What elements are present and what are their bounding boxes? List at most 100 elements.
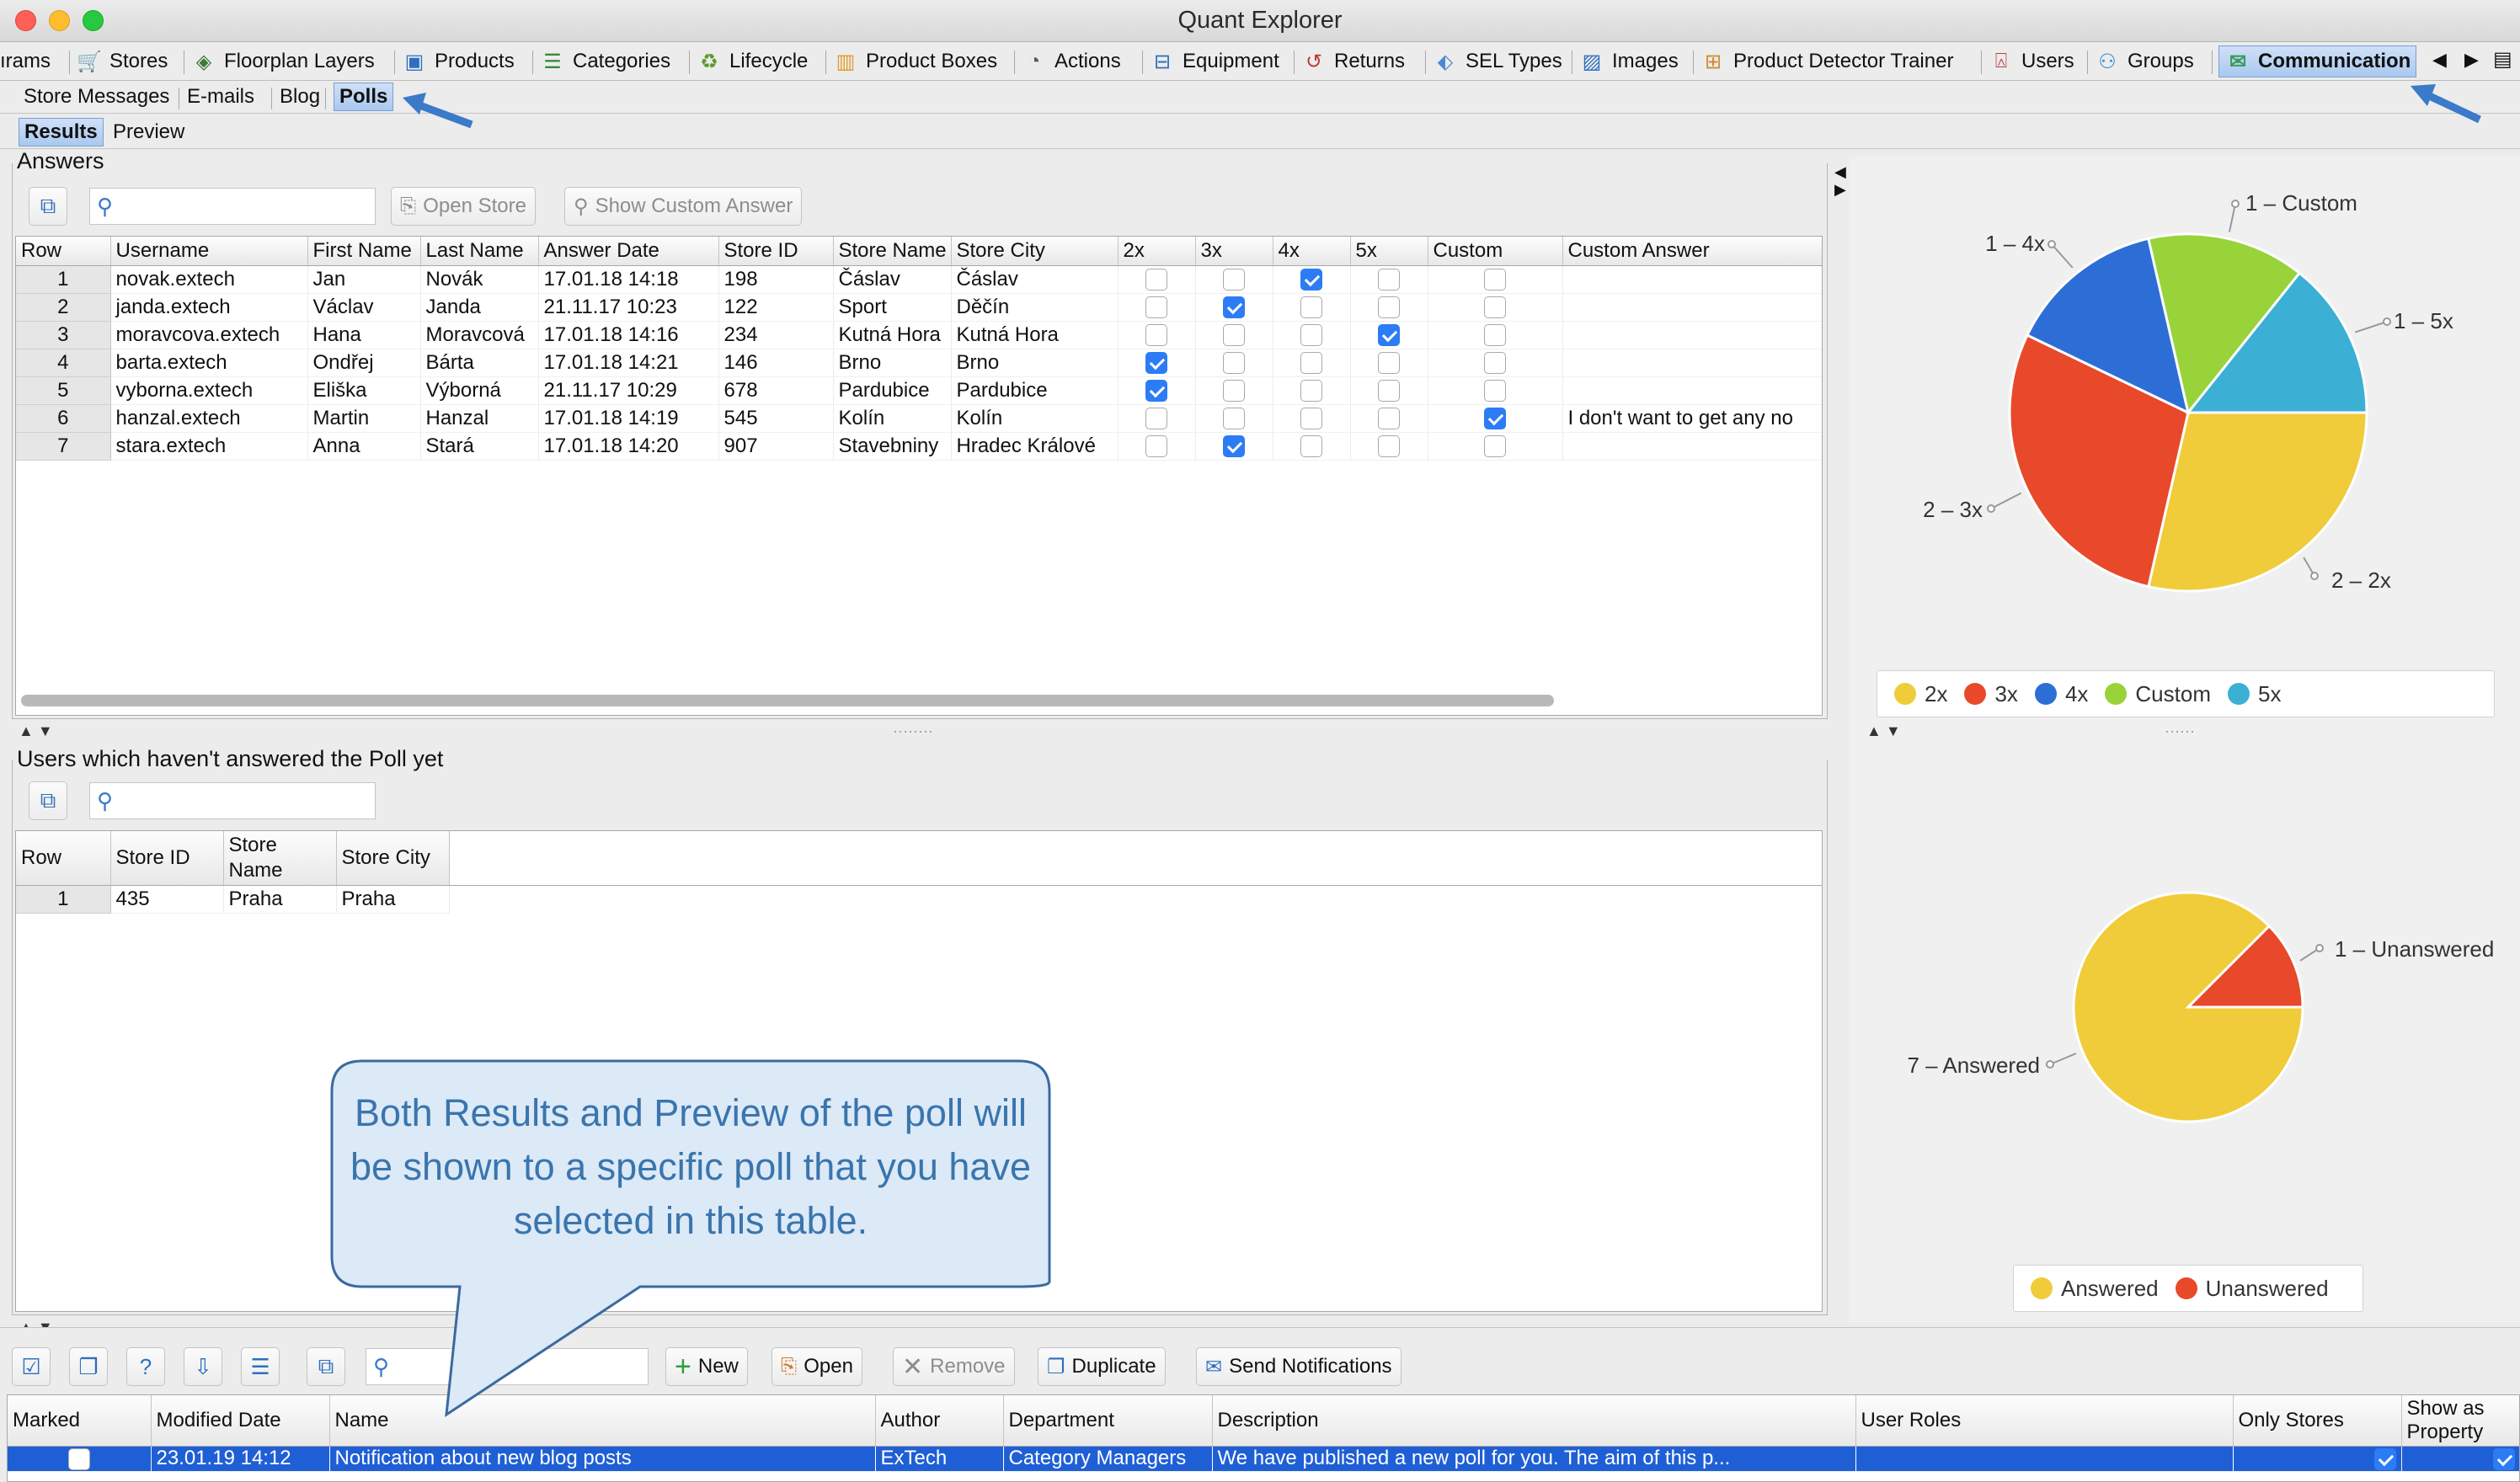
show-as-property-checkbox[interactable] xyxy=(2493,1447,2515,1470)
tab-sel-types[interactable]: ⬖ SEL Types xyxy=(1432,45,1562,77)
view-tab-results[interactable]: Results xyxy=(19,118,104,147)
column-header[interactable]: Last Name xyxy=(420,237,539,266)
table-row[interactable]: 3 moravcova.extech Hana Moravcová 17.01.18 1… xyxy=(16,321,1822,349)
column-header[interactable]: Store Name xyxy=(223,831,337,886)
answer-c5x-checkbox[interactable] xyxy=(1378,352,1400,375)
split-handle-icon[interactable]: ········ xyxy=(893,722,933,740)
table-row[interactable]: 1 435 Praha Praha xyxy=(16,885,450,914)
column-header[interactable]: Custom xyxy=(1428,237,1563,266)
answer-custom-checkbox[interactable] xyxy=(1484,408,1506,430)
answer-custom-checkbox[interactable] xyxy=(1484,352,1506,375)
column-header[interactable]: 2x xyxy=(1118,237,1196,266)
marked-checkbox[interactable] xyxy=(67,1447,90,1470)
tab-list-icon[interactable]: ▤ xyxy=(2493,47,2512,72)
column-header[interactable]: Store City xyxy=(336,831,450,886)
subtab-store-messages[interactable]: Store Messages xyxy=(24,83,169,111)
split-handle-icon[interactable]: ······ xyxy=(2165,722,2195,740)
column-header[interactable]: Custom Answer xyxy=(1562,237,1822,266)
table-row[interactable]: 6 hanzal.extech Martin Hanzal 17.01.18 14:19… xyxy=(16,404,1822,433)
tab-scroll-right-icon[interactable]: ▶ xyxy=(2464,49,2479,71)
unanswered-search-box[interactable]: ⚲ xyxy=(89,782,376,819)
answer-c2x-checkbox[interactable] xyxy=(1145,435,1167,458)
tab--rams[interactable]: ırams xyxy=(0,45,51,77)
answer-custom-checkbox[interactable] xyxy=(1484,296,1506,319)
table-row[interactable]: 7 stara.extech Anna Stará 17.01.18 14:20 907 S… xyxy=(16,432,1822,461)
tab-categories[interactable]: ☰ Categories xyxy=(539,45,670,77)
answers-search-input[interactable] xyxy=(118,195,375,217)
column-header[interactable]: Row xyxy=(16,831,111,886)
duplicate-poll-button[interactable]: ❐ Duplicate xyxy=(1038,1347,1166,1386)
column-header[interactable]: Store Name xyxy=(833,237,952,266)
tab-returns[interactable]: ↺ Returns xyxy=(1300,45,1405,77)
answer-c3x-checkbox[interactable] xyxy=(1223,435,1245,458)
answer-c5x-checkbox[interactable] xyxy=(1378,324,1400,347)
only-stores-checkbox[interactable] xyxy=(2373,1447,2396,1470)
column-header[interactable]: Store ID xyxy=(110,831,224,886)
tab-actions[interactable]: ◔ Actions xyxy=(1021,45,1121,77)
answer-c4x-checkbox[interactable] xyxy=(1300,380,1322,402)
answer-c4x-checkbox[interactable] xyxy=(1300,269,1322,291)
legend-item-custom[interactable]: Custom xyxy=(2105,681,2211,707)
table-row[interactable]: 1 novak.extech Jan Novák 17.01.18 14:18 198 Čá… xyxy=(16,265,1822,294)
tab-groups[interactable]: ⚇ Groups xyxy=(2094,45,2193,77)
horizontal-scrollbar[interactable] xyxy=(21,695,1554,706)
column-header[interactable]: Answer Date xyxy=(538,237,719,266)
column-header[interactable]: Store City xyxy=(951,237,1119,266)
answer-custom-checkbox[interactable] xyxy=(1484,269,1506,291)
answer-c2x-checkbox[interactable] xyxy=(1145,408,1167,430)
answer-c5x-checkbox[interactable] xyxy=(1378,408,1400,430)
subtab-blog[interactable]: Blog xyxy=(280,83,320,111)
column-header[interactable]: Only Stores xyxy=(2233,1395,2402,1447)
answers-search-box[interactable]: ⚲ xyxy=(89,188,376,225)
tab-lifecycle[interactable]: ♻ Lifecycle xyxy=(696,45,808,77)
answer-c4x-checkbox[interactable] xyxy=(1300,435,1322,458)
import-button[interactable]: ⇩ xyxy=(184,1347,222,1386)
legend-item-2x[interactable]: 2x xyxy=(1894,681,1947,707)
answer-c5x-checkbox[interactable] xyxy=(1378,296,1400,319)
help-button[interactable]: ? xyxy=(126,1347,165,1386)
legend-item-4x[interactable]: 4x xyxy=(2034,681,2088,707)
answer-c2x-checkbox[interactable] xyxy=(1145,269,1167,291)
tab-floorplan-layers[interactable]: ◈ Floorplan Layers xyxy=(190,45,375,77)
poll-row[interactable]: 23.01.19 14:12 Notification about new blo… xyxy=(8,1446,2519,1472)
answer-c3x-checkbox[interactable] xyxy=(1223,296,1245,319)
column-header[interactable]: Modified Date xyxy=(151,1395,330,1447)
tab-equipment[interactable]: ⊟ Equipment xyxy=(1149,45,1279,77)
column-header[interactable]: Row xyxy=(16,237,111,266)
answer-c2x-checkbox[interactable] xyxy=(1145,352,1167,375)
answer-c4x-checkbox[interactable] xyxy=(1300,296,1322,319)
legend-item-3x[interactable]: 3x xyxy=(1964,681,2018,707)
answer-c3x-checkbox[interactable] xyxy=(1223,380,1245,402)
column-header[interactable]: Store ID xyxy=(718,237,834,266)
legend-item-unanswered[interactable]: Unanswered xyxy=(2175,1276,2329,1302)
column-header[interactable]: 3x xyxy=(1195,237,1273,266)
table-row[interactable]: 4 barta.extech Ondřej Bárta 17.01.18 14:21 14… xyxy=(16,349,1822,377)
column-header[interactable]: Show as Property xyxy=(2401,1395,2519,1447)
answer-c3x-checkbox[interactable] xyxy=(1223,408,1245,430)
answer-c5x-checkbox[interactable] xyxy=(1378,435,1400,458)
show-custom-answer-button[interactable]: ⚲ Show Custom Answer xyxy=(564,187,803,226)
tab-scroll-left-icon[interactable]: ◀ xyxy=(2432,49,2447,71)
column-header[interactable]: Username xyxy=(110,237,308,266)
answer-custom-checkbox[interactable] xyxy=(1484,435,1506,458)
legend-item-answered[interactable]: Answered xyxy=(2031,1276,2159,1302)
answer-c4x-checkbox[interactable] xyxy=(1300,352,1322,375)
tab-images[interactable]: ▨ Images xyxy=(1578,45,1679,77)
subtab-e-mails[interactable]: E-mails xyxy=(187,83,254,111)
tab-users[interactable]: ⍓ Users xyxy=(1988,45,2074,77)
unanswered-search-input[interactable] xyxy=(118,790,375,812)
answer-custom-checkbox[interactable] xyxy=(1484,380,1506,402)
list-view-button[interactable]: ☰ xyxy=(241,1347,280,1386)
column-header[interactable]: Marked xyxy=(8,1395,152,1447)
send-notifications-button[interactable]: ✉ Send Notifications xyxy=(1196,1347,1401,1386)
table-row[interactable]: 5 vyborna.extech Eliška Výborná 21.11.17 10:… xyxy=(16,376,1822,405)
tab-product-detector-trainer[interactable]: ⊞ Product Detector Trainer xyxy=(1700,45,1954,77)
open-store-button[interactable]: ⎘ Open Store xyxy=(391,187,536,226)
tab-product-boxes[interactable]: ▥ Product Boxes xyxy=(832,45,997,77)
answer-c2x-checkbox[interactable] xyxy=(1145,296,1167,319)
export-unanswered-button[interactable]: ⧉ xyxy=(29,781,67,820)
tab-communication[interactable]: ✉ Communication xyxy=(2218,45,2417,77)
answer-c4x-checkbox[interactable] xyxy=(1300,408,1322,430)
collapse-arrows-icon[interactable]: ▲ ▼ xyxy=(1866,722,1901,740)
answer-c5x-checkbox[interactable] xyxy=(1378,269,1400,291)
